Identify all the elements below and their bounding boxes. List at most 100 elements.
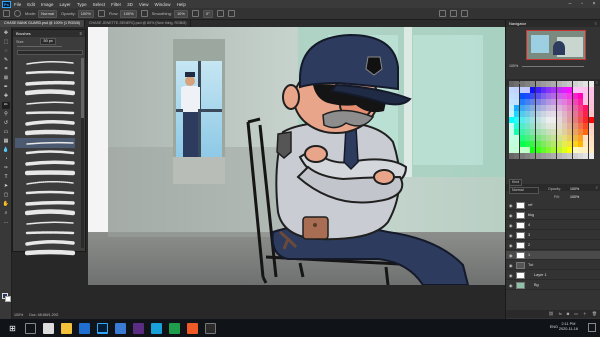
brush-preset-item[interactable] [15, 238, 75, 248]
color-swatch[interactable] [583, 135, 589, 141]
color-swatch[interactable] [535, 81, 541, 87]
workspace-icon[interactable] [449, 10, 457, 17]
color-swatch[interactable] [551, 135, 557, 141]
brush-size-slider[interactable] [17, 46, 62, 47]
color-swatch[interactable] [509, 135, 514, 141]
layer-row[interactable]: ◉ ref [506, 201, 600, 210]
color-swatch[interactable] [551, 153, 557, 159]
color-swatch[interactable] [572, 105, 578, 111]
color-swatch[interactable] [572, 99, 578, 105]
color-swatch[interactable] [540, 141, 546, 147]
color-swatch[interactable] [567, 135, 573, 141]
brush-preset-item[interactable] [15, 138, 75, 148]
color-swatch[interactable] [577, 93, 583, 99]
windows-start-icon[interactable]: ⊞ [7, 323, 18, 334]
document-canvas[interactable] [88, 27, 505, 285]
color-swatch[interactable] [583, 81, 589, 87]
color-swatch[interactable] [546, 111, 552, 117]
color-swatch[interactable] [535, 135, 541, 141]
color-swatch[interactable] [556, 105, 562, 111]
color-swatch[interactable] [530, 99, 536, 105]
new-layer-icon[interactable]: ＋ [583, 310, 587, 318]
color-swatch[interactable] [556, 81, 562, 87]
color-swatch[interactable] [530, 105, 536, 111]
color-swatch[interactable] [519, 99, 525, 105]
color-swatch[interactable] [572, 93, 578, 99]
task-view-icon[interactable] [43, 322, 54, 334]
brush-preset-item[interactable] [15, 108, 75, 118]
color-swatch[interactable] [540, 111, 546, 117]
visibility-eye-icon[interactable]: ◉ [509, 243, 516, 248]
color-swatch[interactable] [530, 147, 536, 153]
document-tab[interactable]: CHASE JENETTE-SENERQ.psd @ 80% (New thin… [85, 20, 192, 27]
app-icon[interactable] [133, 322, 144, 334]
color-swatch[interactable] [572, 147, 578, 153]
brush-preset-item[interactable] [15, 168, 75, 178]
search-icon[interactable] [438, 10, 446, 17]
color-swatch[interactable] [556, 99, 562, 105]
color-swatch[interactable] [551, 147, 557, 153]
color-swatch[interactable] [530, 123, 536, 129]
brush-preset-item[interactable] [15, 148, 75, 158]
zoom-tool-icon[interactable]: ⌕ [2, 210, 10, 217]
add-mask-icon[interactable]: ◙ [567, 310, 569, 318]
color-swatch[interactable] [514, 141, 520, 147]
layer-row[interactable]: ◉ Layer 1 [506, 271, 600, 280]
color-swatch[interactable] [572, 87, 578, 93]
close-icon[interactable]: × [588, 0, 600, 8]
color-swatch[interactable] [524, 141, 530, 147]
layer-opacity-field[interactable]: 100% [570, 187, 579, 191]
color-swatch[interactable] [567, 147, 573, 153]
menu-view[interactable]: View [139, 2, 149, 7]
dodge-tool-icon[interactable]: ◔ [2, 156, 10, 163]
color-swatch[interactable] [556, 123, 562, 129]
background-color-swatch[interactable] [5, 296, 11, 302]
color-swatch[interactable] [588, 111, 594, 117]
color-swatch[interactable] [509, 99, 514, 105]
color-swatch[interactable] [583, 123, 589, 129]
mail-icon[interactable] [79, 322, 90, 334]
color-swatch[interactable] [524, 129, 530, 135]
color-swatch[interactable] [524, 117, 530, 123]
color-swatch[interactable] [524, 123, 530, 129]
delete-layer-icon[interactable]: 🗑 [592, 310, 597, 318]
brush-preset-item[interactable] [15, 78, 75, 88]
menu-window[interactable]: Window [155, 2, 171, 7]
layer-blend-mode[interactable]: Normal [509, 187, 539, 194]
color-swatch[interactable] [572, 129, 578, 135]
color-swatch[interactable] [583, 99, 589, 105]
system-clock[interactable]: 2:11 PM 2020-11-16 [559, 322, 578, 332]
color-swatch[interactable] [551, 123, 557, 129]
color-swatch[interactable] [551, 129, 557, 135]
layer-fill-field[interactable]: 100% [570, 195, 579, 199]
brush-preset-item[interactable] [15, 248, 75, 258]
color-swatch[interactable] [588, 129, 594, 135]
visibility-eye-icon[interactable]: ◉ [509, 213, 516, 218]
color-swatch[interactable] [540, 81, 546, 87]
color-swatch[interactable] [572, 123, 578, 129]
color-swatch[interactable] [572, 141, 578, 147]
browser-icon[interactable] [115, 322, 126, 334]
color-swatch[interactable] [540, 129, 546, 135]
color-swatch[interactable] [556, 129, 562, 135]
color-swatch[interactable] [546, 105, 552, 111]
app-icon-2[interactable] [151, 322, 162, 334]
color-swatch[interactable] [519, 123, 525, 129]
color-swatch[interactable] [567, 81, 573, 87]
menu-file[interactable]: File [14, 2, 21, 7]
brush-list-scrollbar[interactable] [81, 58, 84, 248]
brush-tool-icon[interactable]: ✏ [2, 102, 10, 109]
color-swatch[interactable] [577, 147, 583, 153]
color-swatch[interactable] [519, 111, 525, 117]
color-swatch[interactable] [551, 99, 557, 105]
color-swatch[interactable] [583, 87, 589, 93]
visibility-eye-icon[interactable]: ◉ [509, 203, 516, 208]
color-swatch[interactable] [509, 117, 514, 123]
color-swatch[interactable] [588, 105, 594, 111]
layer-row[interactable]: ◉ 1 [506, 251, 600, 260]
color-swatch[interactable] [530, 117, 536, 123]
color-swatch[interactable] [546, 147, 552, 153]
color-swatch[interactable] [546, 117, 552, 123]
color-swatch[interactable] [524, 105, 530, 111]
color-swatch[interactable] [567, 105, 573, 111]
